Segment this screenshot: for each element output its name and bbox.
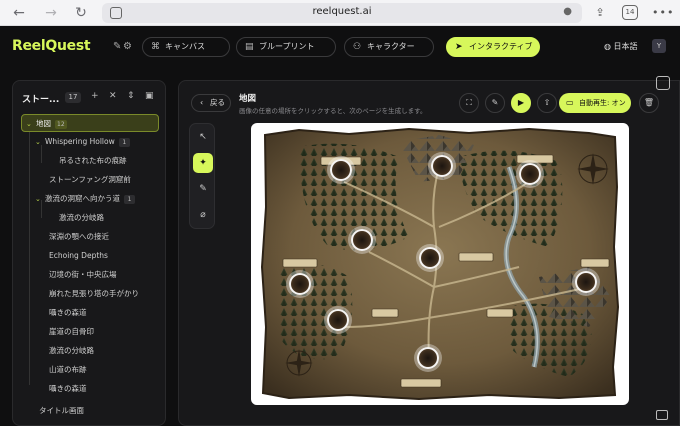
tree-item[interactable]: 吊るされた布の痕跡 bbox=[59, 152, 127, 170]
chevron-down-icon: ⌄ bbox=[26, 120, 32, 128]
tab-interactive-label: インタラクティブ bbox=[469, 42, 533, 51]
map-hotspot[interactable] bbox=[417, 347, 439, 369]
chevron-down-icon: ⌄ bbox=[35, 195, 41, 203]
browser-toolbar: ← → ↻ reelquest.ai ● ⇪ 14 ••• bbox=[0, 0, 680, 26]
back-arrow-icon[interactable]: ← bbox=[10, 4, 28, 22]
microphone-icon[interactable]: ● bbox=[563, 6, 572, 17]
story-count-badge: 17 bbox=[65, 92, 81, 103]
tree-item-label: Whispering Hollow bbox=[45, 137, 115, 146]
map-hotspot[interactable] bbox=[351, 229, 373, 251]
characters-icon: ⚇ bbox=[353, 42, 362, 52]
tab-canvas-label: キャンバス bbox=[165, 42, 205, 51]
tree-item-label: 地図 bbox=[36, 119, 51, 128]
tree-item-map[interactable]: ⌄ 地図 12 bbox=[21, 114, 159, 132]
pen-icon[interactable]: ✎ bbox=[193, 179, 213, 199]
globe-icon: ◍ bbox=[604, 42, 611, 51]
play-icon: ▶ bbox=[517, 98, 525, 107]
export-icon[interactable]: ⇧ bbox=[537, 93, 557, 113]
map-hotspot[interactable] bbox=[575, 271, 597, 293]
app-logo[interactable]: ReelQuest bbox=[12, 38, 91, 54]
tree-item-torrent-path[interactable]: ⌄ 激流の洞窟へ向かう道 1 bbox=[35, 190, 135, 208]
sidebar-toggle-icon[interactable]: ▣ bbox=[145, 91, 154, 101]
tab-count-icon[interactable]: 14 bbox=[622, 5, 638, 20]
tree-item[interactable]: Echoing Depths bbox=[49, 247, 108, 265]
map-hotspot[interactable] bbox=[289, 273, 311, 295]
interactive-icon: ➤ bbox=[455, 42, 463, 52]
avatar[interactable]: Y bbox=[652, 39, 666, 53]
chevron-down-icon: ⌄ bbox=[35, 138, 41, 146]
story-tree-panel: ストー... 17 + ✕ ⇕ ▣ ⌄ 地図 12 ⌄ Whispering Holl… bbox=[12, 80, 166, 426]
select-cursor-icon[interactable]: ↖ bbox=[193, 127, 213, 147]
map-hotspot[interactable] bbox=[330, 159, 352, 181]
fullscreen-icon[interactable]: ⛶ bbox=[459, 93, 479, 113]
reload-icon[interactable]: ↻ bbox=[72, 4, 90, 22]
address-bar[interactable]: reelquest.ai ● bbox=[102, 3, 582, 23]
tree-item[interactable]: 囁きの森道 bbox=[49, 304, 87, 322]
tree-item[interactable]: 崖道の自骨印 bbox=[49, 323, 94, 341]
tree-item[interactable]: 激流の分岐路 bbox=[49, 342, 94, 360]
canvas-icon: ⌘ bbox=[151, 42, 160, 52]
blueprint-icon: ▤ bbox=[245, 42, 254, 52]
autoplay-toggle[interactable]: ▭ 自動再生: オン bbox=[559, 93, 631, 113]
back-button-label: 戻る bbox=[210, 98, 225, 107]
tool-strip: ↖ ✦ ✎ ⌀ bbox=[189, 123, 215, 229]
tree-item[interactable]: ストーンファング洞窟前 bbox=[49, 171, 131, 189]
tab-blueprint-label: ブループリント bbox=[259, 42, 315, 51]
tab-characters-label: キャラクター bbox=[367, 42, 415, 51]
tree-item[interactable]: 辺境の街・中央広場 bbox=[49, 266, 117, 284]
tree-item-title-screen[interactable]: タイトル画面 bbox=[39, 402, 84, 420]
page-title: 地図 bbox=[239, 94, 257, 104]
map-hotspot[interactable] bbox=[431, 155, 453, 177]
link-icon[interactable]: ⌀ bbox=[193, 205, 213, 225]
child-count-badge: 1 bbox=[118, 138, 130, 147]
pencil-icon[interactable]: ✎ bbox=[485, 93, 505, 113]
tree-item-whispering-hollow[interactable]: ⌄ Whispering Hollow 1 bbox=[35, 133, 130, 151]
add-icon[interactable]: + bbox=[91, 91, 99, 101]
tree-item[interactable]: 深淵の顎への接近 bbox=[49, 228, 109, 246]
play-button[interactable]: ▶ bbox=[511, 93, 531, 113]
map-hotspot[interactable] bbox=[327, 309, 349, 331]
map-canvas-frame bbox=[251, 123, 629, 405]
tree-item[interactable]: 囁きの森道 bbox=[49, 380, 87, 398]
share-icon[interactable]: ⇪ bbox=[592, 4, 608, 22]
page-subtitle: 画像の任意の場所をクリックすると、次のページを生成します。 bbox=[239, 107, 427, 115]
tab-blueprint[interactable]: ▤ ブループリント bbox=[236, 37, 336, 57]
sparkle-icon[interactable]: ✦ bbox=[193, 153, 213, 173]
tree-item[interactable]: 山道の布跡 bbox=[49, 361, 87, 379]
tree-item-label: 激流の洞窟へ向かう道 bbox=[45, 194, 120, 203]
tab-canvas[interactable]: ⌘ キャンバス bbox=[142, 37, 230, 57]
panel-toggle-icon[interactable] bbox=[656, 76, 670, 90]
url-text: reelquest.ai bbox=[312, 6, 372, 17]
child-count-badge: 12 bbox=[55, 120, 67, 129]
tab-characters[interactable]: ⚇ キャラクター bbox=[344, 37, 434, 57]
story-tree-header: ストー... 17 + ✕ ⇕ ▣ bbox=[13, 81, 165, 115]
chevron-left-icon: ‹ bbox=[200, 98, 204, 107]
language-selector[interactable]: ◍ 日本語 bbox=[604, 41, 638, 52]
child-count-badge: 1 bbox=[124, 195, 135, 204]
app-header: ReelQuest ✎ ⚙ ⌘ キャンバス ▤ ブループリント ⚇ キャラクター… bbox=[0, 26, 680, 68]
map-hotspot[interactable] bbox=[519, 163, 541, 185]
more-menu-icon[interactable]: ••• bbox=[652, 4, 673, 22]
tree-item[interactable]: 崩れた見張り塔の手がかり bbox=[49, 285, 139, 303]
resize-handle-icon[interactable] bbox=[656, 410, 668, 420]
tree-item[interactable]: 激流の分岐路 bbox=[59, 209, 104, 227]
expand-icon[interactable]: ⇕ bbox=[127, 91, 135, 101]
tab-interactive[interactable]: ➤ インタラクティブ bbox=[446, 37, 540, 57]
map-hotspot[interactable] bbox=[419, 247, 441, 269]
collapse-icon[interactable]: ✕ bbox=[109, 91, 117, 101]
language-label: 日本語 bbox=[613, 42, 638, 51]
forward-arrow-icon[interactable]: → bbox=[42, 4, 60, 22]
back-button[interactable]: ‹ 戻る bbox=[191, 94, 231, 112]
map-editor-panel: ‹ 戻る 地図 画像の任意の場所をクリックすると、次のページを生成します。 ⛶ … bbox=[178, 80, 680, 426]
autoplay-label: 自動再生: オン bbox=[579, 99, 626, 107]
trash-icon[interactable]: 🗑 bbox=[639, 93, 659, 113]
story-tree-title: ストー... bbox=[22, 95, 60, 105]
gear-icon[interactable]: ⚙ bbox=[123, 41, 137, 55]
video-icon: ▭ bbox=[566, 98, 574, 107]
